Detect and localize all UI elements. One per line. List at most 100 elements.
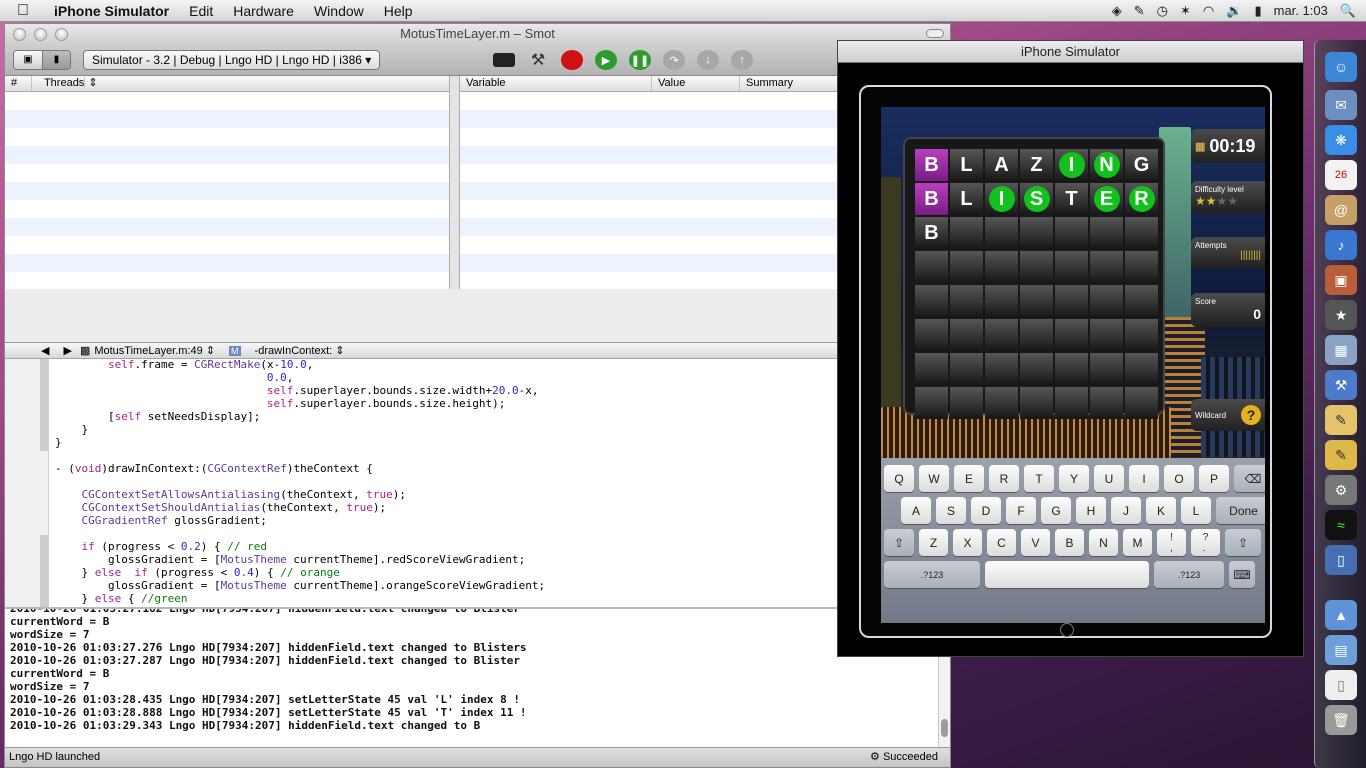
key-z[interactable]: Z [919, 529, 948, 556]
letter-cell[interactable] [985, 251, 1018, 283]
dropbox-icon[interactable]: ◈ [1112, 3, 1122, 19]
letter-cell[interactable] [1090, 251, 1123, 283]
letter-cell[interactable] [1055, 285, 1088, 317]
code-line[interactable]: self.superlayer.bounds.size.height); [55, 397, 545, 410]
letter-cell[interactable]: I [1055, 149, 1088, 181]
letter-cell[interactable]: S [1020, 183, 1053, 215]
key-w[interactable]: W [919, 465, 949, 492]
console-line[interactable]: wordSize = 7 [10, 680, 940, 693]
code-line[interactable] [55, 449, 545, 462]
key-m[interactable]: M [1123, 529, 1152, 556]
key-y[interactable]: Y [1059, 465, 1089, 492]
breakpoints-toggle-icon[interactable] [493, 53, 515, 67]
ical-icon[interactable]: 26 [1325, 160, 1357, 190]
source-code[interactable]: self.frame = CGRectMake(x-10.0, 0.0, sel… [55, 359, 545, 631]
console-line[interactable]: wordSize = 7 [10, 628, 940, 641]
script-icon[interactable]: ✎ [1134, 3, 1145, 19]
step-over-icon[interactable]: ↷ [663, 50, 685, 70]
letter-cell[interactable] [1125, 251, 1158, 283]
scheme-popup[interactable]: Simulator - 3.2 | Debug | Lngo HD | Lngo… [83, 49, 381, 70]
code-line[interactable]: glossGradient = [MotusTheme currentTheme… [55, 553, 545, 566]
letter-cell[interactable]: T [1055, 183, 1088, 215]
safari-icon[interactable]: ❋ [1325, 125, 1357, 155]
code-line[interactable]: self.frame = CGRectMake(x-10.0, [55, 359, 545, 371]
letter-cell[interactable]: E [1090, 183, 1123, 215]
letter-cell[interactable] [1125, 319, 1158, 351]
code-line[interactable] [55, 527, 545, 540]
key-u[interactable]: U [1094, 465, 1124, 492]
menu-help[interactable]: Help [374, 3, 423, 19]
console-line[interactable]: 2010-10-26 01:03:27.182 Lngo HD[7934:207… [10, 609, 940, 615]
zoom-button[interactable] [55, 28, 68, 41]
menu-edit[interactable]: Edit [179, 3, 223, 19]
pane-splitter[interactable] [450, 76, 460, 289]
letter-cell[interactable] [915, 251, 948, 283]
pause-icon[interactable]: ❚❚ [629, 50, 651, 70]
code-line[interactable]: - (void)drawInContext:(CGContextRef)theC… [55, 462, 545, 475]
letter-cell[interactable] [1020, 251, 1053, 283]
letter-cell[interactable] [1125, 387, 1158, 419]
code-line[interactable]: } [55, 423, 545, 436]
spotlight-icon[interactable]: 🔍 [1340, 3, 1356, 19]
threads-list[interactable] [5, 92, 449, 282]
key-j[interactable]: J [1111, 497, 1141, 524]
letter-cell[interactable] [950, 387, 983, 419]
mail-icon[interactable]: ✉ [1325, 90, 1357, 120]
letter-cell[interactable] [1125, 353, 1158, 385]
code-line[interactable] [55, 475, 545, 488]
code-line[interactable]: CGContextSetAllowsAntialiasing(theContex… [55, 488, 545, 501]
key-q[interactable]: Q [884, 465, 914, 492]
pages-icon[interactable]: ✎ [1325, 440, 1357, 470]
col-variable[interactable]: Variable [460, 76, 652, 91]
letter-cell[interactable] [915, 285, 948, 317]
threads-pane[interactable]: # Threads ⇕ [5, 76, 450, 289]
col-summary[interactable]: Summary [740, 76, 840, 91]
code-line[interactable]: CGGradientRef glossGradient; [55, 514, 545, 527]
key-c[interactable]: C [987, 529, 1016, 556]
console-line[interactable]: 2010-10-26 01:03:27.276 Lngo HD[7934:207… [10, 641, 940, 654]
console-line[interactable]: currentWord = B [10, 615, 940, 628]
code-line[interactable]: } else if (progress < 0.4) { // orange [55, 566, 545, 579]
letter-cell[interactable]: I [985, 183, 1018, 215]
key-l[interactable]: L [1181, 497, 1211, 524]
key-h[interactable]: H [1076, 497, 1106, 524]
applications-folder-icon[interactable]: ▲ [1325, 600, 1357, 630]
letter-cell[interactable] [1090, 353, 1123, 385]
letter-cell[interactable]: B [915, 217, 948, 249]
letter-cell[interactable] [1020, 353, 1053, 385]
letter-cell[interactable] [1090, 217, 1123, 249]
key-f[interactable]: F [1006, 497, 1036, 524]
letter-cell[interactable]: R [1125, 183, 1158, 215]
letter-cell[interactable] [985, 319, 1018, 351]
key-exclaim-comma[interactable]: ! , [1157, 529, 1186, 556]
xcode-icon[interactable]: ⚒ [1325, 370, 1357, 400]
shift-icon[interactable]: ⇧ [884, 529, 914, 556]
key-question-period[interactable]: ? . [1191, 529, 1220, 556]
letter-cell[interactable] [1055, 353, 1088, 385]
continue-icon[interactable]: ▶ [595, 50, 617, 70]
key-d[interactable]: D [971, 497, 1001, 524]
menu-hardware[interactable]: Hardware [223, 3, 304, 19]
letter-cell[interactable] [1020, 387, 1053, 419]
letter-cell[interactable]: L [950, 149, 983, 181]
code-line[interactable]: } else { //green [55, 592, 545, 605]
numbers-key-right[interactable]: .?123 [1154, 561, 1224, 588]
letter-cell[interactable] [1090, 319, 1123, 351]
menu-clock[interactable]: mar. 1:03 [1274, 3, 1328, 18]
col-value[interactable]: Value [652, 76, 740, 91]
itunes-icon[interactable]: ♪ [1325, 230, 1357, 260]
letter-cell[interactable] [915, 353, 948, 385]
backspace-icon[interactable]: ⌫ [1234, 465, 1265, 492]
letter-cell[interactable] [915, 319, 948, 351]
build-hammer-icon[interactable]: ⚒ [527, 50, 549, 70]
letter-cell[interactable]: B [915, 149, 948, 181]
code-line[interactable]: if (progress < 0.2) { // red [55, 540, 545, 553]
help-icon[interactable]: ? [1241, 405, 1261, 425]
code-line[interactable]: } [55, 436, 545, 449]
method-popup[interactable]: -drawInContext: ⇕ [255, 344, 345, 357]
step-into-icon[interactable]: ↓ [697, 50, 719, 70]
done-key[interactable]: Done [1216, 497, 1265, 524]
key-e[interactable]: E [954, 465, 984, 492]
letter-cell[interactable] [915, 387, 948, 419]
shift-icon[interactable]: ⇧ [1225, 529, 1261, 556]
